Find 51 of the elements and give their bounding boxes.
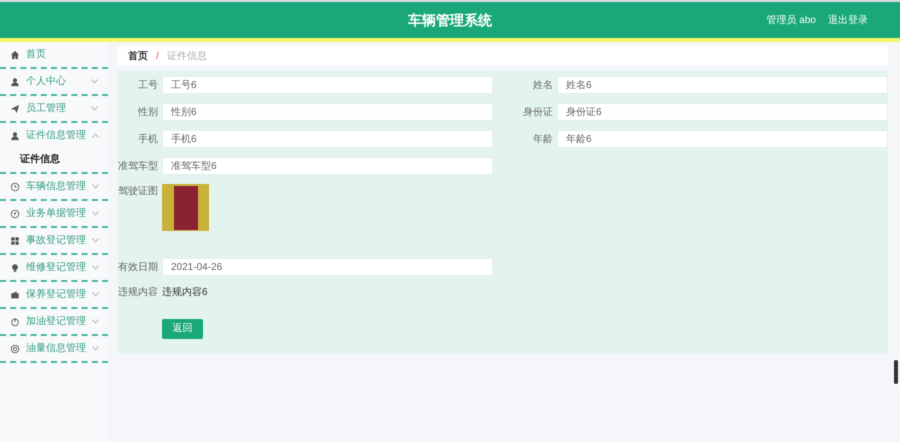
user-icon [10,130,20,140]
input-field[interactable]: 姓名6 [557,76,888,94]
power-icon [10,316,20,326]
sidebar-menu-item[interactable]: 车辆信息管理 [0,174,108,199]
sidebar-menu-item[interactable]: 证件信息管理 [0,123,108,148]
user-icon [10,76,20,86]
app-title: 车辆管理系统 [408,10,492,30]
sidebar-submenu-item[interactable]: 证件信息 [0,148,108,172]
clock-icon [10,182,20,192]
field-label: 年龄 [532,132,553,146]
grid-icon [10,236,20,246]
logout-link[interactable]: 退出登录 [828,12,868,28]
scrollbar-thumb[interactable] [894,360,898,384]
sidebar-menu-item[interactable]: 油量信息管理 [0,336,108,361]
field-label: 姓名 [532,78,553,92]
field-value: 违规内容6 [162,286,208,300]
photo-placeholder [162,184,209,231]
field-label: 准驾车型 [118,160,158,174]
input-field[interactable]: 工号6 [162,76,493,94]
field-label: 有效日期 [118,260,158,274]
sidebar-menu-item[interactable]: 维修登记管理 [0,255,108,280]
sidebar-menu-item[interactable]: 加油登记管理 [0,309,108,334]
input-field[interactable]: 年龄6 [557,130,888,148]
field-label: 驾驶证图 [118,184,158,199]
field-label: 违规内容 [118,286,158,300]
user-name: 管理员 abo [766,14,816,28]
sidebar-menu-item[interactable]: 事故登记管理 [0,228,108,253]
sidebar-menu-item[interactable]: 首页 [0,42,108,67]
target-icon [10,344,20,354]
sidebar-menu-item[interactable]: 员工管理 [0,96,108,121]
input-field[interactable]: 身份证6 [557,103,888,121]
field-label: 性别 [136,106,158,120]
input-field[interactable]: 性别6 [162,103,493,121]
field-label: 身份证 [522,106,553,120]
paper-plane-icon [10,104,20,114]
sidebar-menu-item[interactable]: 业务单据管理 [0,201,108,226]
input-field[interactable]: 2021-04-26 [162,258,493,276]
sidebar-menu-item[interactable]: 个人中心 [0,69,108,94]
field-label: 工号 [137,78,158,92]
wallet-icon [10,290,20,300]
input-field[interactable]: 手机6 [162,130,493,148]
compass-icon [10,208,20,218]
field-label: 手机 [137,132,158,146]
input-field[interactable]: 准驾车型6 [162,157,493,175]
back-button[interactable]: 返回 [162,318,203,338]
breadcrumb-link[interactable]: 证件信息 [166,48,207,64]
breadcrumb-separator: / [155,50,160,64]
home-icon [10,50,20,60]
bulb-icon [10,262,20,272]
breadcrumb-link[interactable]: 首页 [128,48,148,64]
sidebar-menu-item[interactable]: 保养登记管理 [0,282,108,307]
